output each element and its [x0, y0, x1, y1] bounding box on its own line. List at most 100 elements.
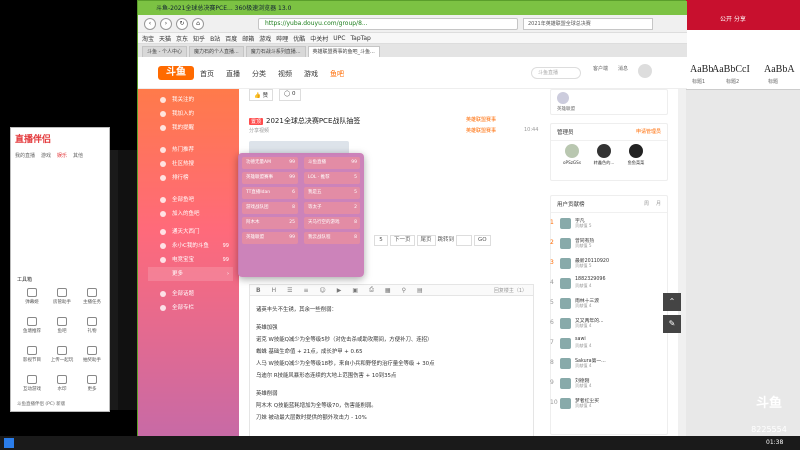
tool-5[interactable]: 礼物	[77, 317, 107, 334]
sidebar-item-reminders[interactable]: 我的提醒	[148, 121, 233, 135]
bookmark-1[interactable]: 天猫	[159, 34, 171, 43]
admin-0[interactable]: oPSzGSs	[559, 144, 585, 165]
apply-admin-link[interactable]: 申请管理员	[636, 128, 661, 135]
sidebar-item-group-3[interactable]: 电竞宝宝 99	[148, 253, 233, 267]
contributor-row[interactable]: 1 宇凡 贡献值 5	[550, 217, 662, 230]
sidebar-item-following[interactable]: 我关注的	[148, 93, 233, 107]
companion-tab-1[interactable]: 游戏	[41, 152, 51, 159]
user-avatar[interactable]	[638, 64, 652, 78]
admin-2[interactable]: 鱼鱼菜菜	[623, 144, 649, 166]
contributor-row[interactable]: 4 1882329096 贡献值 4	[550, 277, 662, 290]
post-source-2[interactable]: 英雄联盟赛事	[466, 127, 496, 134]
editor-body[interactable]: 诸英丰头不生锈，其余一些削弱： 英雄加强 诺克 W技能Q减少为全等级5秒（对佐击…	[249, 296, 534, 438]
companion-tab-3[interactable]: 其他	[73, 152, 83, 159]
tool-3[interactable]: 鱼塘推荐	[17, 317, 47, 334]
bold-icon[interactable]: B	[256, 287, 261, 294]
sidebar-item-ranking[interactable]: 排行榜	[148, 171, 233, 185]
popup-group-10[interactable]: 英雄联盟 99	[242, 232, 298, 244]
tool-4[interactable]: 鱼吧	[47, 317, 77, 334]
jump-page-input[interactable]	[456, 235, 473, 246]
popup-group-0[interactable]: 功德无量AM 99	[242, 157, 298, 169]
style-preview-1[interactable]: AaBb	[690, 64, 713, 75]
group-avatar[interactable]	[557, 92, 569, 104]
link-icon[interactable]: ⚲	[402, 287, 406, 294]
image-icon[interactable]: ▣	[352, 287, 358, 294]
bookmark-3[interactable]: 知乎	[193, 34, 205, 43]
nav-home[interactable]: 首页	[200, 69, 214, 79]
sidebar-item-group-2[interactable]: 永小C我的斗鱼 99	[148, 239, 233, 253]
style-preview-3[interactable]: AaBbA	[764, 64, 795, 75]
back-to-top-button[interactable]: ⌃	[663, 293, 681, 311]
site-search-input[interactable]: 斗鱼直播	[531, 67, 581, 79]
bookmark-11[interactable]: UPC	[333, 35, 345, 42]
tool-7[interactable]: 上传一起玩	[47, 346, 77, 363]
nav-games[interactable]: 游戏	[304, 69, 318, 79]
contributor-row[interactable]: 2 曾同有热 贡献值 5	[550, 237, 662, 250]
edit-button[interactable]: ✎	[663, 315, 681, 333]
refresh-icon[interactable]: ↻	[176, 18, 188, 30]
client-link[interactable]: 客户端	[593, 65, 608, 72]
tab-week[interactable]: 周	[644, 200, 649, 207]
popup-group-4[interactable]: TT直播ldan 6	[242, 187, 298, 199]
contributor-row[interactable]: 9 刘德刚 贡献值 4	[550, 377, 662, 390]
back-icon[interactable]: ‹	[144, 18, 156, 30]
heading-icon[interactable]: H	[272, 287, 277, 294]
page-scrollbar[interactable]	[678, 89, 686, 438]
tool-6[interactable]: 影视节目	[17, 346, 47, 363]
bookmark-2[interactable]: 京东	[176, 34, 188, 43]
nav-video[interactable]: 视频	[278, 69, 292, 79]
sidebar-item-more[interactable]: 更多 ›	[148, 267, 233, 281]
site-logo[interactable]: 斗鱼	[158, 66, 194, 80]
go-button[interactable]: GO	[474, 235, 491, 246]
message-link[interactable]: 消息	[618, 65, 628, 72]
bookmark-5[interactable]: 百度	[225, 34, 237, 43]
popup-group-6[interactable]: 游戏战队团 8	[242, 202, 298, 214]
tool-0[interactable]: 弹幕姬	[17, 288, 47, 305]
tool-2[interactable]: 主播任务	[77, 288, 107, 305]
contributor-row[interactable]: 5 雨林十三渡 贡献值 4	[550, 297, 662, 310]
style-preview-2[interactable]: AaBbCcI	[712, 64, 750, 75]
popup-group-7[interactable]: 等太子 2	[304, 202, 360, 214]
bookmark-6[interactable]: 邮箱	[242, 34, 254, 43]
contributor-row[interactable]: 8 Sakura第一... 贡献值 4	[550, 357, 662, 370]
companion-tab-0[interactable]: 我的直播	[15, 152, 35, 159]
nav-yuba[interactable]: 鱼吧	[330, 69, 344, 79]
sidebar-item-topics[interactable]: 全部话题	[148, 287, 233, 301]
post-source[interactable]: 英雄联盟赛事	[466, 116, 496, 123]
search-box[interactable]: 2021年英雄联盟全球总决赛	[523, 18, 653, 30]
contributor-row[interactable]: 10 梦者红尘买 贡献值 4	[550, 397, 662, 410]
like-button[interactable]: 👍 赞	[249, 89, 274, 101]
sidebar-item-group-1[interactable]: 通天大西门	[148, 225, 233, 239]
forward-icon[interactable]: ›	[160, 18, 172, 30]
tab-month[interactable]: 月	[656, 200, 661, 207]
popup-group-9[interactable]: 天马行空的游戏 8	[304, 217, 360, 229]
bookmark-7[interactable]: 游戏	[259, 34, 271, 43]
home-icon[interactable]: ⌂	[192, 18, 204, 30]
video-icon[interactable]: ⎙	[369, 286, 374, 294]
popup-group-3[interactable]: LOL · 推荐 5	[304, 172, 360, 184]
nav-category[interactable]: 分类	[252, 69, 266, 79]
sidebar-item-joined[interactable]: 我加入的	[148, 107, 233, 121]
browser-tab-2[interactable]: 魔力石战斗系列直播...	[245, 46, 306, 57]
tool-1[interactable]: 房管助手	[47, 288, 77, 305]
admin-1[interactable]: 转鑫色的...	[591, 144, 617, 166]
bookmark-12[interactable]: TapTap	[350, 35, 370, 42]
next-page-button[interactable]: 下一页	[390, 235, 415, 246]
sidebar-item-hot[interactable]: 热门推荐	[148, 143, 233, 157]
bookmark-8[interactable]: 哔哩	[276, 34, 288, 43]
tool-9[interactable]: 互动游戏	[17, 375, 47, 392]
browser-tab-0[interactable]: 斗鱼 - 个人中心	[142, 46, 187, 57]
ordered-list-icon[interactable]: ≡	[303, 287, 308, 294]
sidebar-item-columns[interactable]: 全部专栏	[148, 301, 233, 315]
popup-group-5[interactable]: 我是五 5	[304, 187, 360, 199]
sidebar-item-all-yuba[interactable]: 全部鱼吧	[148, 193, 233, 207]
sidebar-item-trending[interactable]: 社区热搜	[148, 157, 233, 171]
popup-group-8[interactable]: 阿木木 25	[242, 217, 298, 229]
popup-group-2[interactable]: 英雄联盟赛事 99	[242, 172, 298, 184]
list-icon[interactable]: ☰	[287, 287, 292, 294]
comment-button[interactable]: ◯ 0	[279, 89, 301, 101]
post-title[interactable]: 2021全球总决赛PCE战队抽签	[266, 117, 360, 125]
tool-10[interactable]: 水印	[47, 375, 77, 392]
start-icon[interactable]	[4, 438, 14, 448]
popup-group-11[interactable]: 我云战队程 8	[304, 232, 360, 244]
